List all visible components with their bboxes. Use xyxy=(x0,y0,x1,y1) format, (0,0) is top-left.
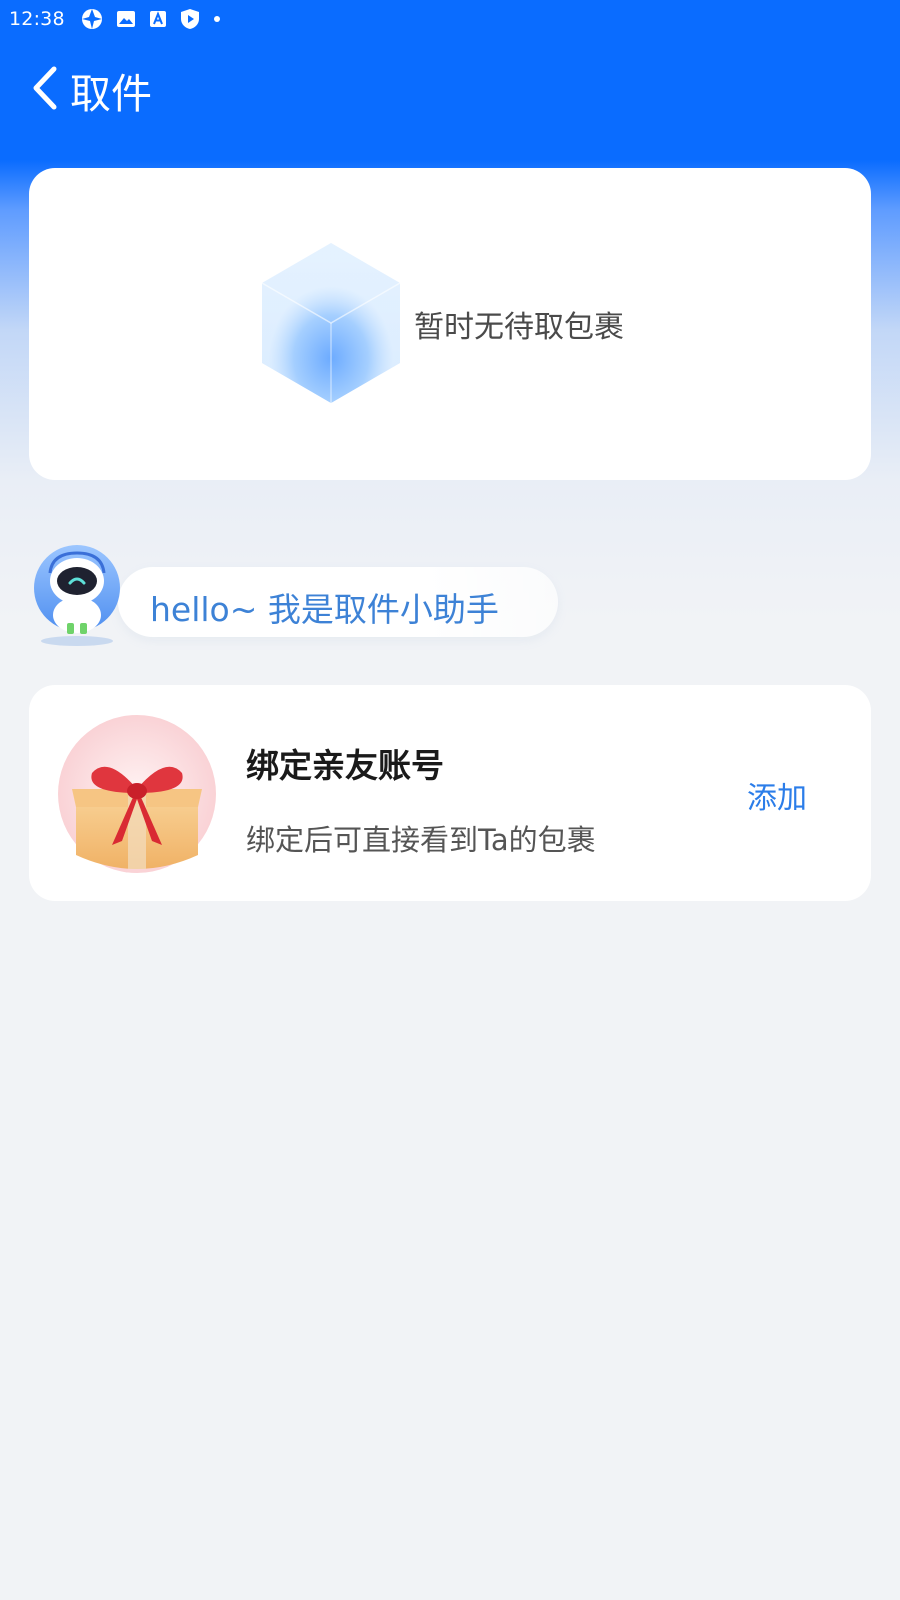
assistant-greeting: hello~ 我是取件小助手 xyxy=(30,543,558,653)
empty-state-text: 暂时无待取包裹 xyxy=(414,310,624,345)
add-button[interactable]: 添加 xyxy=(747,773,807,817)
page-title: 取件 xyxy=(70,70,152,118)
chevron-left-icon xyxy=(30,65,60,115)
aperture-icon xyxy=(81,8,103,30)
bind-title: 绑定亲友账号 xyxy=(246,746,444,785)
cube-icon xyxy=(256,239,406,409)
robot-avatar-icon xyxy=(30,543,125,649)
greeting-text: hello~ 我是取件小助手 xyxy=(150,590,499,629)
status-icons xyxy=(81,8,221,30)
gift-box-icon xyxy=(58,715,216,873)
status-bar: 12:38 xyxy=(0,0,900,38)
status-time: 12:38 xyxy=(9,8,65,30)
font-icon xyxy=(149,10,167,28)
header: 取件 xyxy=(0,52,900,128)
bind-account-card[interactable]: 绑定亲友账号 绑定后可直接看到Ta的包裹 添加 xyxy=(29,685,871,901)
play-shield-icon xyxy=(180,8,200,30)
dot-icon xyxy=(213,15,221,23)
back-button[interactable] xyxy=(0,52,66,128)
image-icon xyxy=(116,10,136,28)
empty-package-card: 暂时无待取包裹 xyxy=(29,168,871,480)
bind-subtitle: 绑定后可直接看到Ta的包裹 xyxy=(246,823,596,857)
